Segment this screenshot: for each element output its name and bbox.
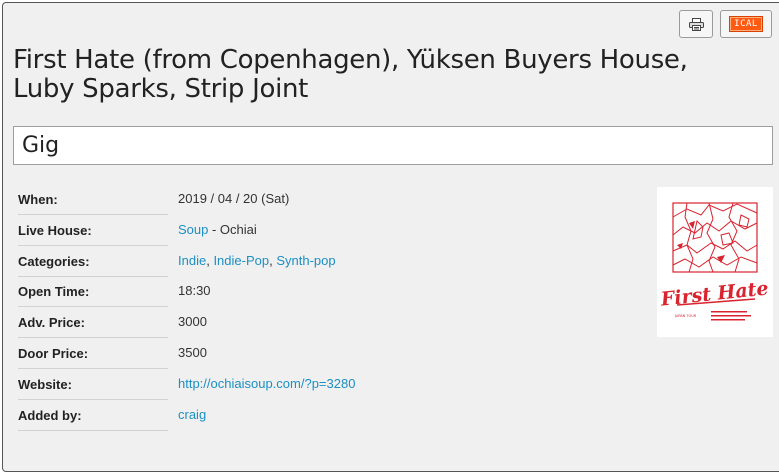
live-house-link[interactable]: Soup (178, 222, 208, 237)
live-house-value: Soup - Ochiai (178, 216, 257, 244)
detail-row-live-house: Live House: Soup - Ochiai (18, 216, 648, 247)
website-value: http://ochiaisoup.com/?p=3280 (178, 370, 355, 398)
poster-image: First Hate JAPAN TOUR (657, 187, 773, 337)
detail-row-open-time: Open Time: 18:30 (18, 277, 648, 308)
detail-row-website: Website: http://ochiaisoup.com/?p=3280 (18, 370, 648, 401)
categories-label: Categories: (18, 247, 168, 277)
door-price-value: 3500 (178, 344, 207, 360)
door-price-label: Door Price: (18, 339, 168, 369)
event-title: First Hate (from Copenhagen), Yüksen Buy… (13, 45, 688, 104)
event-poster[interactable]: First Hate JAPAN TOUR (657, 187, 773, 337)
live-house-label: Live House: (18, 216, 168, 246)
adv-price-label: Adv. Price: (18, 308, 168, 339)
open-time-value: 18:30 (178, 283, 211, 299)
added-by-label: Added by: (18, 401, 168, 431)
adv-price-value: 3000 (178, 314, 207, 330)
when-value: 2019 / 04 / 20 (Sat) (178, 191, 290, 206)
ical-badge: ICAL (729, 16, 763, 32)
detail-row-when: When: 2019 / 04 / 20 (Sat) (18, 185, 648, 216)
website-link[interactable]: http://ochiaisoup.com/?p=3280 (178, 376, 355, 391)
added-by-link[interactable]: craig (178, 407, 206, 422)
detail-row-categories: Categories: Indie, Indie-Pop, Synth-pop (18, 247, 648, 278)
poster-subtitle: JAPAN TOUR (674, 314, 697, 318)
print-button[interactable] (679, 10, 713, 38)
added-by-value: craig (178, 401, 206, 429)
category-link[interactable]: Indie (178, 253, 206, 268)
printer-icon (688, 17, 704, 31)
event-details: When: 2019 / 04 / 20 (Sat) Live House: S… (18, 185, 648, 431)
categories-value: Indie, Indie-Pop, Synth-pop (178, 247, 336, 275)
live-house-area: - Ochiai (208, 221, 257, 237)
detail-row-door-price: Door Price: 3500 (18, 339, 648, 370)
detail-row-added-by: Added by: craig (18, 401, 648, 432)
website-label: Website: (18, 370, 168, 400)
when-label: When: (18, 185, 168, 215)
category-link[interactable]: Indie-Pop (213, 253, 269, 268)
open-time-label: Open Time: (18, 277, 168, 308)
category-link[interactable]: Synth-pop (276, 253, 335, 268)
detail-row-adv-price: Adv. Price: 3000 (18, 308, 648, 339)
event-type: Gig (13, 126, 773, 165)
ical-button[interactable]: ICAL (720, 10, 772, 38)
